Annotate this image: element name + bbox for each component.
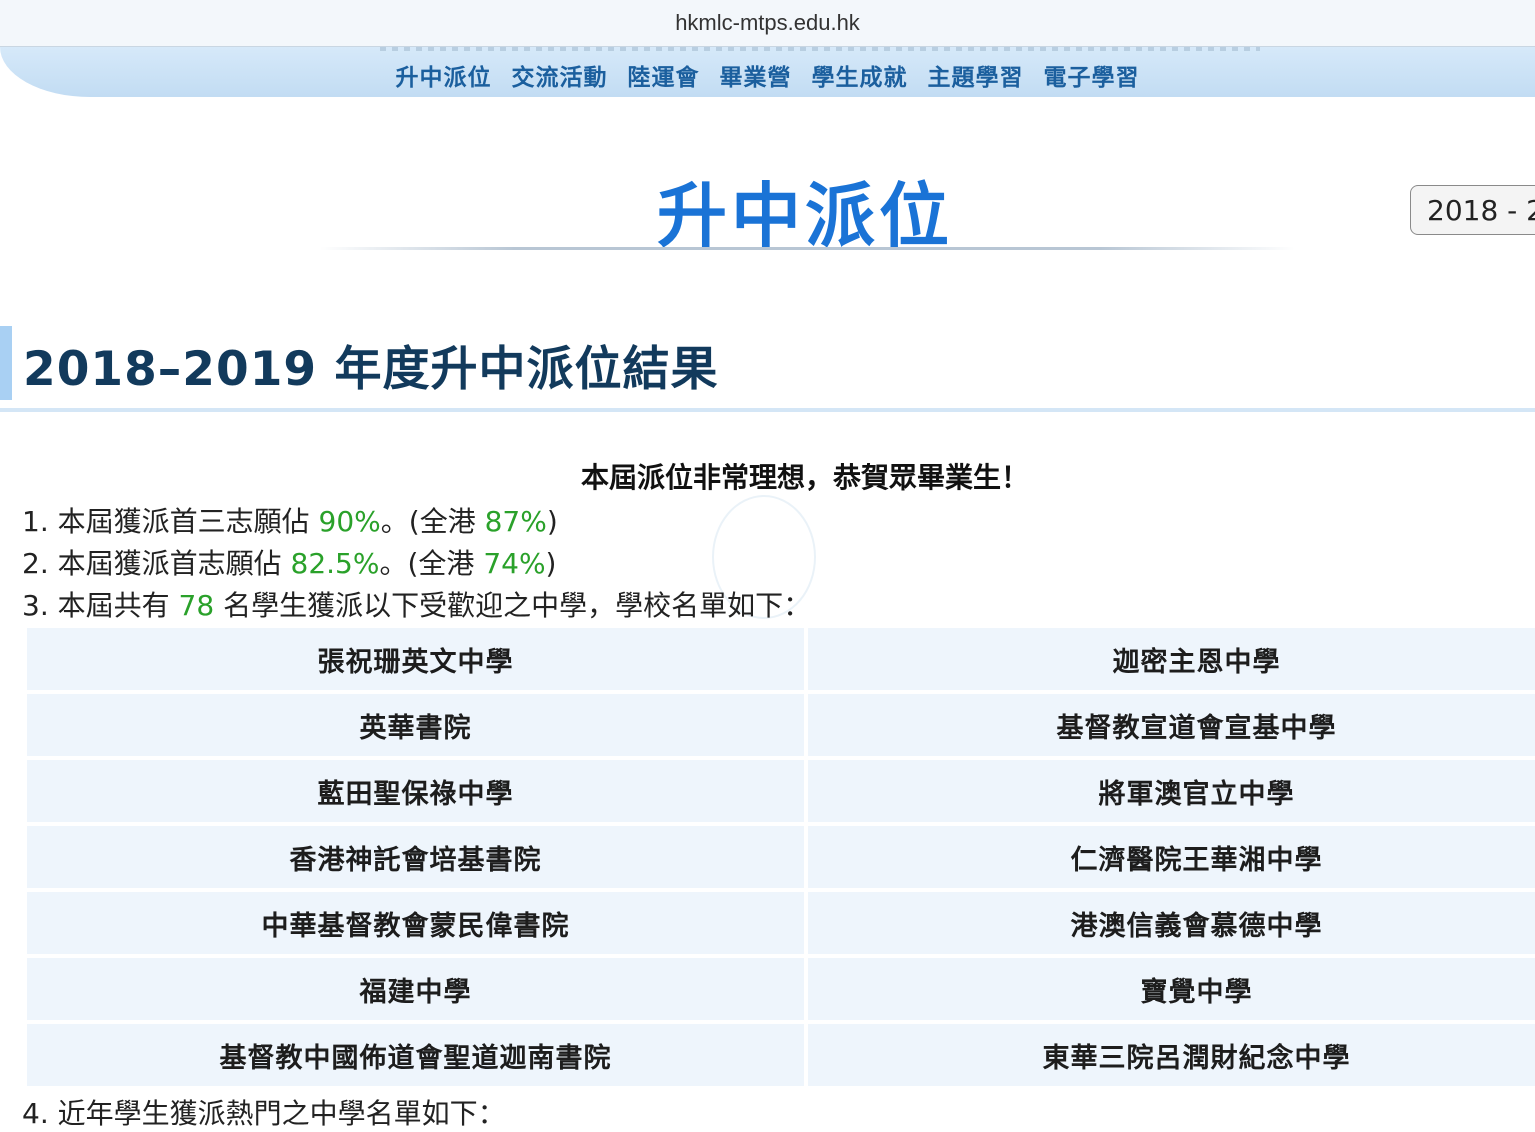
nav-item-graduation-camp[interactable]: 畢業營 (720, 58, 792, 92)
school-cell: 寶覺中學 (808, 958, 1535, 1020)
school-cell: 將軍澳官立中學 (808, 760, 1535, 822)
stat-suffix: ) (545, 547, 557, 580)
stat-mid: 。(全港 (379, 547, 484, 580)
stat-suffix: ) (546, 505, 558, 538)
school-cell: 藍田聖保祿中學 (27, 760, 804, 822)
stat-prefix: 3. 本屆共有 (22, 589, 179, 622)
stat-prefix: 1. 本屆獲派首三志願佔 (22, 505, 319, 538)
page-title: 升中派位 (657, 175, 953, 257)
school-cell: 東華三院呂潤財紀念中學 (808, 1024, 1535, 1086)
nav-item-sports-day[interactable]: 陸運會 (628, 58, 700, 92)
stat-prefix: 2. 本屆獲派首志願佔 (22, 547, 291, 580)
main-nav: 升中派位 交流活動 陸運會 畢業營 學生成就 主題學習 電子學習 (0, 58, 1535, 92)
stat-value-hk: 87% (484, 505, 547, 538)
stat-mid: 。(全港 (380, 505, 485, 538)
section-accent-bar (0, 326, 12, 400)
stat-mid: 名學生獲派以下受歡迎之中學，學校名單如下： (214, 589, 812, 622)
school-cell: 香港神託會培基書院 (27, 826, 804, 888)
stat-value-hk: 74% (483, 547, 546, 580)
nav-item-e-learning[interactable]: 電子學習 (1044, 58, 1140, 92)
nav-item-secondary-allocation[interactable]: 升中派位 (396, 58, 492, 92)
school-table: 張祝珊英文中學 迦密主恩中學 英華書院 基督教宣道會宣基中學 藍田聖保祿中學 將… (27, 628, 1535, 1086)
url-text: hkmlc-mtps.edu.hk (675, 10, 860, 35)
nav-stripe (380, 47, 1260, 51)
section-header: 2018–2019 年度升中派位結果 (0, 322, 1535, 412)
nav-item-exchange-activities[interactable]: 交流活動 (512, 58, 608, 92)
school-cell: 港澳信義會慕德中學 (808, 892, 1535, 954)
stat-value: 82.5% (290, 547, 380, 580)
school-cell: 中華基督教會蒙民偉書院 (27, 892, 804, 954)
list-item-4: 4. 近年學生獲派熱門之中學名單如下： (22, 1097, 506, 1130)
school-cell: 張祝珊英文中學 (27, 628, 804, 690)
year-select[interactable]: 2018 - 2019 (1410, 185, 1535, 235)
school-cell: 英華書院 (27, 694, 804, 756)
stat-value: 78 (178, 589, 215, 622)
school-cell: 仁濟醫院王華湘中學 (808, 826, 1535, 888)
stat-value: 90% (318, 505, 381, 538)
school-cell: 基督教中國佈道會聖道迦南書院 (27, 1024, 804, 1086)
stat-line-3: 3. 本屆共有 78 名學生獲派以下受歡迎之中學，學校名單如下： (22, 584, 811, 624)
nav-item-student-achievements[interactable]: 學生成就 (812, 58, 908, 92)
stat-line-1: 1. 本屆獲派首三志願佔 90%。(全港 87%) (22, 500, 558, 540)
school-cell: 基督教宣道會宣基中學 (808, 694, 1535, 756)
school-cell: 迦密主恩中學 (808, 628, 1535, 690)
school-cell: 福建中學 (27, 958, 804, 1020)
stat-line-2: 2. 本屆獲派首志願佔 82.5%。(全港 74%) (22, 542, 556, 582)
address-bar[interactable]: hkmlc-mtps.edu.hk (0, 0, 1535, 47)
title-divider (320, 247, 1295, 250)
section-heading: 2018–2019 年度升中派位結果 (23, 342, 719, 397)
nav-item-thematic-learning[interactable]: 主題學習 (928, 58, 1024, 92)
congrats-banner: 本屆派位非常理想，恭賀眾畢業生！ (580, 461, 1029, 494)
